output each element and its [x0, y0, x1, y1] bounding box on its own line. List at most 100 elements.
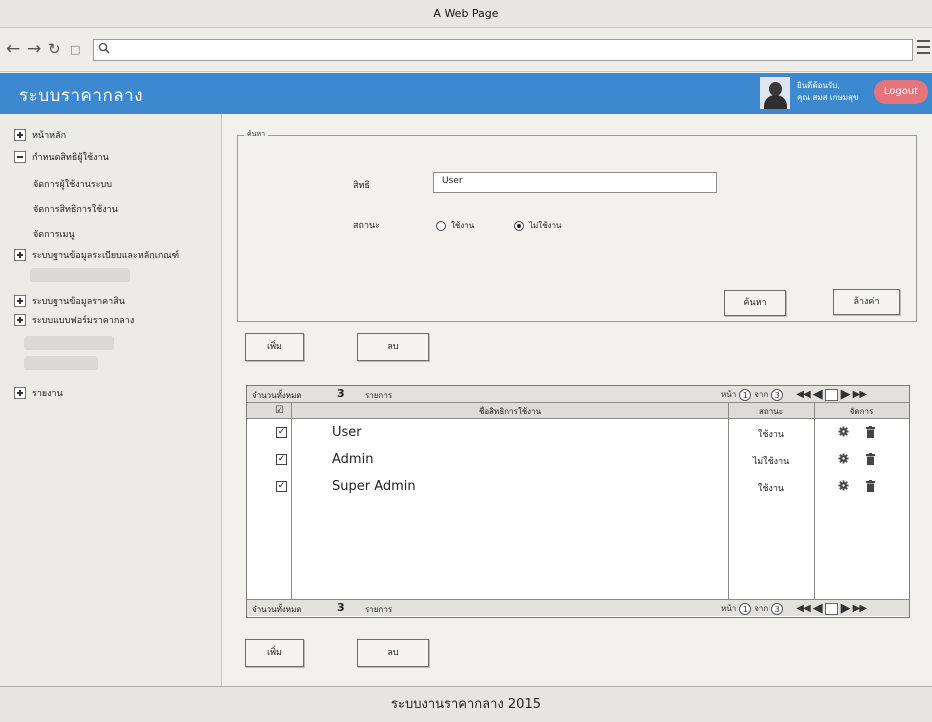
- first-page-icon[interactable]: ◀◀: [796, 389, 810, 400]
- add-button[interactable]: เพิ่ม: [245, 333, 304, 361]
- trash-icon[interactable]: [866, 426, 875, 438]
- page-prefix: หน้า: [721, 390, 737, 399]
- sidebar-item-home[interactable]: หน้าหลัก: [14, 128, 66, 142]
- page-prefix: หน้า: [721, 604, 737, 613]
- reload-icon[interactable]: ↻: [48, 40, 61, 58]
- search-button[interactable]: ค้นหา: [724, 290, 786, 316]
- table-row[interactable]: ✓ Admin ไม่ใช้งาน: [247, 448, 909, 475]
- page-count: 3: [771, 602, 784, 615]
- sidebar-item-label: ระบบฐานข้อมูลระเบียบและหลักเกณฑ์: [32, 251, 180, 261]
- total-label: จำนวนทั้งหมด: [252, 605, 302, 614]
- table-summary-bottom: จำนวนทั้งหมด 3 รายการ หน้า 1 จาก 3 ◀◀ ◀ …: [247, 599, 909, 616]
- plus-box-icon[interactable]: [14, 387, 26, 399]
- sidebar-item-price-db[interactable]: ระบบฐานข้อมูลราคาสิน: [14, 294, 125, 308]
- next-page-icon[interactable]: ▶: [841, 387, 851, 402]
- sidebar-item-reports[interactable]: รายงาน: [14, 386, 63, 400]
- sidebar-item-label: รายงาน: [32, 389, 63, 399]
- forward-arrow-icon[interactable]: →: [27, 40, 41, 58]
- page-of-label: จาก: [754, 604, 769, 613]
- total-unit: รายการ: [365, 391, 393, 400]
- total-unit: รายการ: [365, 605, 393, 614]
- gear-icon[interactable]: [838, 480, 849, 491]
- total-count: 3: [337, 601, 345, 614]
- total-label: จำนวนทั้งหมด: [252, 391, 302, 400]
- select-all-checkbox[interactable]: ☑: [275, 405, 284, 416]
- radio-label: ไม่ใช้งาน: [529, 221, 562, 230]
- plus-box-icon[interactable]: [14, 129, 26, 141]
- sidebar-item-regulations-db[interactable]: ระบบฐานข้อมูลระเบียบและหลักเกณฑ์: [14, 248, 179, 262]
- sidebar-item-permissions[interactable]: กำหนดสิทธิผู้ใช้งาน: [14, 150, 109, 164]
- sidebar-item-price-forms[interactable]: ระบบแบบฟอร์มราคากลาง: [14, 313, 134, 327]
- status-radio-active[interactable]: ใช้งาน: [436, 219, 474, 232]
- sidebar-item-manage-users[interactable]: จัดการผู้ใช้งานระบบ: [33, 177, 112, 191]
- logout-button[interactable]: Logout: [874, 80, 928, 104]
- page-of-label: จาก: [754, 390, 769, 399]
- total-count: 3: [337, 387, 345, 400]
- current-page[interactable]: 1: [739, 602, 752, 615]
- column-header-status: สถานะ: [759, 407, 783, 416]
- search-icon: [98, 42, 110, 54]
- pager: หน้า 1 จาก 3 ◀◀ ◀ ▶ ▶▶: [721, 386, 867, 403]
- role-status: ใช้งาน: [757, 430, 785, 440]
- role-name: User: [332, 425, 362, 440]
- table-row[interactable]: ✓ Super Admin ใช้งาน: [247, 475, 909, 502]
- plus-box-icon[interactable]: [14, 314, 26, 326]
- url-input[interactable]: [93, 39, 913, 61]
- page-box[interactable]: [824, 388, 838, 401]
- sidebar-item-manage-menu[interactable]: จัดการเมนู: [33, 227, 75, 241]
- window-title: A Web Page: [0, 0, 932, 28]
- sidebar-item-label: กำหนดสิทธิผู้ใช้งาน: [32, 153, 109, 163]
- table-header: ☑ ชื่อสิทธิการใช้งาน สถานะ จัดการ: [247, 403, 909, 419]
- role-name: Admin: [332, 452, 374, 467]
- delete-button[interactable]: ลบ: [357, 333, 429, 361]
- last-page-icon[interactable]: ▶▶: [853, 603, 867, 614]
- add-button-bottom[interactable]: เพิ่ม: [245, 639, 304, 667]
- sidebar-item-label: หน้าหลัก: [32, 131, 67, 141]
- current-page[interactable]: 1: [739, 388, 752, 401]
- footer: ระบบงานราคากลาง 2015: [0, 686, 932, 722]
- column-header-manage: จัดการ: [849, 407, 874, 416]
- back-arrow-icon[interactable]: ←: [6, 40, 20, 58]
- trash-icon[interactable]: [866, 453, 875, 465]
- pager: หน้า 1 จาก 3 ◀◀ ◀ ▶ ▶▶: [721, 600, 867, 617]
- table-summary-top: จำนวนทั้งหมด 3 รายการ หน้า 1 จาก 3 ◀◀ ◀ …: [247, 386, 909, 403]
- first-page-icon[interactable]: ◀◀: [796, 603, 810, 614]
- address-bar: ← → ↻ □: [0, 28, 932, 72]
- row-checkbox[interactable]: ✓: [276, 454, 287, 465]
- plus-box-icon[interactable]: [14, 249, 26, 261]
- status-radio-inactive[interactable]: ไม่ใช้งาน: [514, 219, 562, 232]
- page-count: 3: [771, 388, 784, 401]
- minus-box-icon[interactable]: [14, 151, 26, 163]
- welcome-text: ยินดีต้อนรับ, คุณ สมส เกษมสุข: [797, 80, 858, 104]
- app-header: ระบบราคากลาง ยินดีต้อนรับ, คุณ สมส เกษมส…: [0, 73, 932, 114]
- sidebar-item-label: ระบบฐานข้อมูลราคาสิน: [32, 297, 125, 307]
- sidebar: หน้าหลัก กำหนดสิทธิผู้ใช้งาน จัดการผู้ใช…: [0, 114, 222, 686]
- row-checkbox[interactable]: ✓: [276, 427, 287, 438]
- clear-button[interactable]: ล้างค่า: [833, 289, 900, 315]
- delete-button-bottom[interactable]: ลบ: [357, 639, 429, 667]
- roles-table: จำนวนทั้งหมด 3 รายการ หน้า 1 จาก 3 ◀◀ ◀ …: [246, 385, 910, 618]
- gear-icon[interactable]: [838, 426, 849, 437]
- role-status: ไม่ใช้งาน: [752, 457, 790, 467]
- sidebar-item-manage-roles[interactable]: จัดการสิทธิการใช้งาน: [33, 202, 118, 216]
- welcome-line-1: ยินดีต้อนรับ,: [797, 81, 840, 90]
- gear-icon[interactable]: [838, 453, 849, 464]
- avatar: [760, 77, 790, 109]
- last-page-icon[interactable]: ▶▶: [853, 389, 867, 400]
- radio-circle[interactable]: [436, 220, 446, 231]
- trash-icon[interactable]: [866, 480, 875, 492]
- next-page-icon[interactable]: ▶: [841, 601, 851, 616]
- hamburger-menu-icon[interactable]: [917, 40, 930, 56]
- plus-box-icon[interactable]: [14, 295, 26, 307]
- page-box[interactable]: [824, 602, 838, 615]
- radio-circle-selected[interactable]: [514, 220, 524, 231]
- search-legend: ค้นหา: [244, 129, 269, 140]
- prev-page-icon[interactable]: ◀: [813, 387, 823, 402]
- row-checkbox[interactable]: ✓: [276, 481, 287, 492]
- role-status: ใช้งาน: [757, 484, 785, 494]
- home-icon[interactable]: □: [70, 41, 80, 59]
- role-input[interactable]: User: [433, 172, 717, 193]
- column-header-name: ชื่อสิทธิการใช้งาน: [478, 407, 542, 416]
- prev-page-icon[interactable]: ◀: [813, 601, 823, 616]
- table-row[interactable]: ✓ User ใช้งาน: [247, 421, 909, 448]
